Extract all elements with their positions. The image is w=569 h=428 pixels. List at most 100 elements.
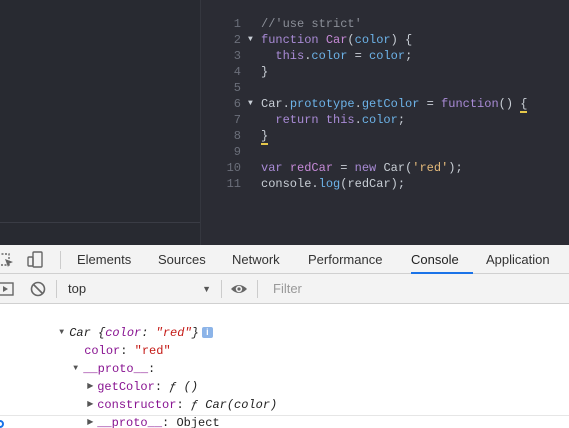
code-line[interactable]: 3 this.color = color; bbox=[201, 48, 569, 64]
code-line[interactable]: 5 bbox=[201, 80, 569, 96]
line-number: 2 bbox=[233, 33, 241, 47]
line-number: 11 bbox=[226, 177, 241, 191]
console-output: ▼ Car {color: "red"} i color: "red" ▼ __pro… bbox=[0, 304, 569, 428]
code-text: //'use strict' bbox=[261, 16, 362, 32]
inner-proto-value: Object bbox=[176, 416, 220, 428]
code-line[interactable]: 11 console.log(redCar); bbox=[201, 176, 569, 192]
code-text: var redCar = new Car('red'); bbox=[261, 160, 463, 176]
line-number: 9 bbox=[233, 145, 241, 159]
console-toolbar: top ▼ Filter bbox=[0, 274, 569, 304]
code-token: //'use strict' bbox=[261, 17, 362, 31]
console-prompt-icon[interactable] bbox=[0, 420, 4, 428]
inner-proto-key: __proto__ bbox=[97, 416, 163, 428]
eye-icon[interactable] bbox=[230, 280, 248, 298]
line-number: 4 bbox=[233, 65, 241, 79]
code-token: = bbox=[333, 161, 355, 175]
left-pane-divider bbox=[0, 222, 200, 223]
code-token: } bbox=[261, 129, 269, 145]
tab-performance[interactable]: Performance bbox=[308, 245, 382, 274]
collapsed-triangle-icon[interactable]: ▶ bbox=[87, 414, 97, 428]
code-line[interactable]: 2 ▼ function Car(color) { bbox=[201, 32, 569, 48]
filter-input[interactable]: Filter bbox=[263, 278, 569, 300]
code-text: function Car(color) { bbox=[261, 32, 412, 48]
fold-arrow-icon[interactable]: ▼ bbox=[248, 96, 253, 112]
tab-network[interactable]: Network bbox=[232, 245, 280, 274]
code-line[interactable]: 9 bbox=[201, 144, 569, 160]
toolbar-separator bbox=[257, 280, 258, 298]
line-number: 8 bbox=[233, 129, 241, 143]
proto-row[interactable]: ▼ __proto__: bbox=[30, 342, 155, 376]
code-token: . bbox=[311, 177, 319, 191]
code-line[interactable]: 6 ▼ Car.prototype.getColor = function() { bbox=[201, 96, 569, 113]
code-line[interactable]: 10 var redCar = new Car('red'); bbox=[201, 160, 569, 176]
code-token: redCar bbox=[347, 177, 391, 191]
fold-arrow-icon[interactable]: ▼ bbox=[248, 32, 253, 48]
console-object-row[interactable]: ▼ Car {color: "red"} i bbox=[16, 306, 213, 340]
tab-sources[interactable]: Sources bbox=[158, 245, 206, 274]
code-token: return bbox=[261, 113, 326, 127]
editor-area: 1//'use strict' 2 ▼ function Car(color) {3 … bbox=[0, 0, 569, 245]
code-token: . bbox=[282, 97, 290, 111]
toolbar-separator bbox=[221, 280, 222, 298]
code-token: prototype bbox=[289, 97, 355, 111]
code-token: ); bbox=[390, 177, 406, 191]
code-token: ) { bbox=[390, 33, 413, 47]
devtools-panel: Elements Sources Network Performance Console… bbox=[0, 245, 569, 428]
code-token: . bbox=[354, 113, 362, 127]
devtools-tabbar: Elements Sources Network Performance Console… bbox=[0, 245, 569, 274]
toolbar-separator bbox=[56, 280, 57, 298]
code-token: . bbox=[354, 97, 362, 111]
device-toggle-icon[interactable] bbox=[27, 251, 45, 269]
code-token: var bbox=[261, 161, 290, 175]
context-selector[interactable]: top ▼ bbox=[60, 278, 217, 300]
code-line[interactable]: 1 //'use strict' bbox=[201, 16, 569, 32]
left-pane bbox=[0, 0, 200, 245]
code-token: ; bbox=[405, 49, 413, 63]
context-value: top bbox=[68, 281, 87, 296]
getcolor-row[interactable]: ▶ getColor: ƒ () bbox=[44, 360, 198, 394]
code-token: ; bbox=[397, 113, 406, 127]
tab-elements[interactable]: Elements bbox=[77, 245, 131, 274]
code-token: = bbox=[347, 49, 370, 63]
code-token: Car bbox=[325, 33, 348, 47]
line-number: 6 bbox=[233, 97, 241, 111]
dropdown-arrow-icon: ▼ bbox=[202, 284, 211, 294]
code-token: color bbox=[311, 49, 348, 63]
code-text: return this.color; bbox=[261, 112, 405, 128]
info-badge-icon[interactable]: i bbox=[201, 327, 213, 339]
code-editor[interactable]: 1//'use strict' 2 ▼ function Car(color) {3 … bbox=[201, 0, 569, 245]
code-text: console.log(redCar); bbox=[261, 176, 405, 192]
code-text: } bbox=[261, 64, 268, 80]
prop-color-row: color: "red" bbox=[84, 344, 171, 358]
code-token: Car bbox=[383, 161, 406, 175]
code-line[interactable]: 7 return this.color; bbox=[201, 112, 569, 128]
code-token: function bbox=[261, 33, 326, 47]
tab-console[interactable]: Console bbox=[411, 245, 473, 274]
code-line[interactable]: 4} bbox=[201, 64, 569, 80]
sidebar-toggle-icon[interactable] bbox=[0, 280, 15, 298]
tab-application[interactable]: Application bbox=[486, 245, 550, 274]
code-text: } bbox=[261, 128, 269, 145]
code-line[interactable]: 8} bbox=[201, 128, 569, 145]
inner-proto-row[interactable]: ▶ __proto__: Object bbox=[44, 396, 219, 428]
code-token: log bbox=[318, 177, 341, 191]
code-text: Car.prototype.getColor = function() { bbox=[261, 96, 528, 113]
code-token: ( bbox=[347, 33, 355, 47]
code-token: color bbox=[369, 49, 406, 63]
code-token: redCar bbox=[289, 161, 334, 175]
line-number: 1 bbox=[233, 17, 241, 31]
inspect-icon[interactable] bbox=[0, 251, 15, 269]
code-token: this bbox=[325, 113, 355, 127]
code-token: ); bbox=[448, 161, 463, 175]
code-token: () bbox=[498, 97, 521, 111]
line-number: 3 bbox=[233, 49, 241, 63]
constructor-row[interactable]: ▶ constructor: ƒ Car(color) bbox=[44, 378, 277, 412]
line-number: 10 bbox=[226, 161, 241, 175]
clear-console-icon[interactable] bbox=[29, 280, 47, 298]
line-number: 7 bbox=[233, 113, 241, 127]
console-divider bbox=[0, 415, 569, 416]
code-token: getColor bbox=[361, 97, 420, 111]
code-token: this bbox=[261, 49, 305, 63]
code-token: new bbox=[354, 161, 384, 175]
code-token: 'red' bbox=[412, 161, 449, 175]
